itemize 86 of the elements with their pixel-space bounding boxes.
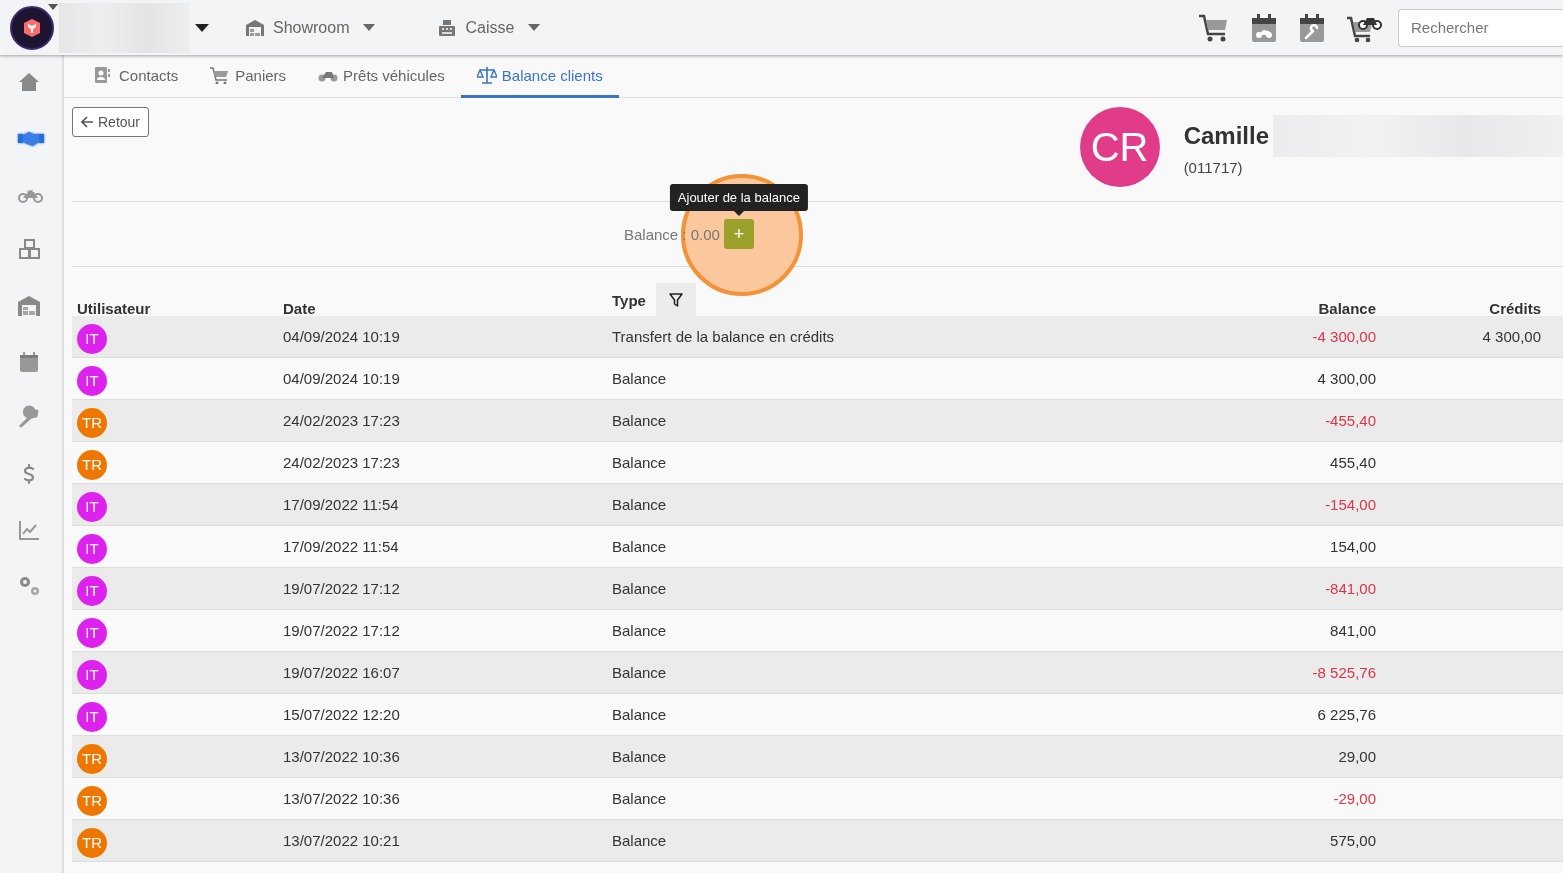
tooltip: Ajouter de la balance xyxy=(669,184,808,211)
client-number: (011717) xyxy=(1183,159,1244,176)
search-field[interactable]: Rechercher xyxy=(1398,8,1563,47)
balance-amount: Balance : 0.00 xyxy=(624,225,720,243)
column-header: Utilisateur xyxy=(77,300,151,317)
type-cell: Balance xyxy=(612,622,667,639)
credits-cell: 4 300,00 xyxy=(1482,328,1541,345)
user-avatar: IT xyxy=(77,323,107,354)
date-cell: 13/07/2022 10:21 xyxy=(283,832,400,849)
caret-icon[interactable] xyxy=(48,4,58,10)
column-header: Crédits xyxy=(1489,300,1541,317)
balance-cell: -4 300,00 xyxy=(1312,328,1376,345)
type-cell: Balance xyxy=(612,706,667,723)
date-cell: 19/07/2022 17:12 xyxy=(283,622,400,639)
type-cell: Balance xyxy=(612,412,667,429)
client-avatar: CR xyxy=(1079,107,1160,187)
balance-cell: -154,00 xyxy=(1325,496,1376,513)
user-avatar: IT xyxy=(77,491,107,522)
balance-cell: 455,40 xyxy=(1330,454,1376,471)
type-cell: Balance xyxy=(612,538,667,555)
nav-menu[interactable]: Caisse xyxy=(437,17,541,38)
type-cell: Balance xyxy=(612,832,667,849)
user-avatar: IT xyxy=(77,365,107,396)
date-cell: 19/07/2022 16:07 xyxy=(283,664,400,681)
type-cell: Balance xyxy=(612,664,667,681)
column-header: Type xyxy=(612,291,646,309)
date-cell: 24/02/2023 17:23 xyxy=(283,412,400,429)
type-cell: Balance xyxy=(612,496,667,513)
client-name: Camille xyxy=(1183,122,1269,150)
user-avatar: TR xyxy=(77,407,107,438)
cash-register-icon xyxy=(437,17,458,38)
type-cell: Balance xyxy=(612,748,667,765)
balance-cell: -8 525,76 xyxy=(1312,664,1376,681)
balance-cell: 29,00 xyxy=(1338,748,1376,765)
type-cell: Transfert de la balance en crédits xyxy=(612,328,835,345)
user-avatar: TR xyxy=(77,449,107,480)
column-header: Balance xyxy=(1318,300,1376,317)
calendar-motorcycle-icon[interactable] xyxy=(1250,12,1278,43)
type-cell: Balance xyxy=(612,370,667,387)
user-avatar: IT xyxy=(77,575,107,606)
tab[interactable]: Prêts véhicules xyxy=(302,55,461,98)
user-avatar: IT xyxy=(77,701,107,732)
date-cell: 19/07/2022 17:12 xyxy=(283,580,400,597)
balance-cell: -841,00 xyxy=(1325,580,1376,597)
type-cell: Balance xyxy=(612,790,667,807)
back-button[interactable]: Retour xyxy=(72,107,150,137)
user-avatar: TR xyxy=(77,743,107,774)
type-cell: Balance xyxy=(612,454,667,471)
filter-icon[interactable] xyxy=(655,283,696,317)
user-avatar: IT xyxy=(77,617,107,648)
user-avatar: IT xyxy=(77,659,107,690)
date-cell: 15/07/2022 12:20 xyxy=(283,706,400,723)
user-avatar: TR xyxy=(77,785,107,816)
warehouse-icon xyxy=(245,17,265,38)
date-cell: 17/09/2022 11:54 xyxy=(283,496,399,513)
date-cell: 13/07/2022 10:36 xyxy=(283,790,400,807)
caret-icon xyxy=(528,24,541,31)
balance-cell: 6 225,76 xyxy=(1317,706,1376,723)
user-avatar: IT xyxy=(77,533,107,564)
tab[interactable]: Balance clients xyxy=(460,55,619,98)
tab[interactable]: Contacts xyxy=(78,55,195,98)
scale-icon xyxy=(476,66,497,84)
balance-cell: 4 300,00 xyxy=(1317,370,1376,387)
date-cell: 24/02/2023 17:23 xyxy=(283,454,400,471)
balance-cell: -455,40 xyxy=(1325,412,1376,429)
column-header: Date xyxy=(283,300,316,317)
date-cell: 04/09/2024 10:19 xyxy=(283,370,400,387)
tab[interactable]: Paniers xyxy=(194,55,303,98)
balance-cell: 575,00 xyxy=(1330,832,1376,849)
balance-cell: 841,00 xyxy=(1330,622,1376,639)
balance-cell: 154,00 xyxy=(1330,538,1376,555)
type-cell: Balance xyxy=(612,580,667,597)
cube-icon xyxy=(22,17,42,38)
app-logo[interactable] xyxy=(10,5,54,50)
date-cell: 04/09/2024 10:19 xyxy=(283,328,400,345)
nav-menu[interactable]: Showroom xyxy=(245,17,376,38)
arrow-left-icon xyxy=(81,116,94,128)
caret-icon xyxy=(363,24,376,31)
balance-cell: -29,00 xyxy=(1333,790,1376,807)
cart-icon xyxy=(210,66,231,84)
calendar-wrench-icon[interactable] xyxy=(1298,12,1326,43)
date-cell: 17/09/2022 11:54 xyxy=(283,538,399,555)
user-avatar: TR xyxy=(77,827,107,858)
tooltip-pointer xyxy=(733,211,744,216)
date-cell: 13/07/2022 10:36 xyxy=(283,748,400,765)
caret-icon[interactable] xyxy=(195,23,209,32)
